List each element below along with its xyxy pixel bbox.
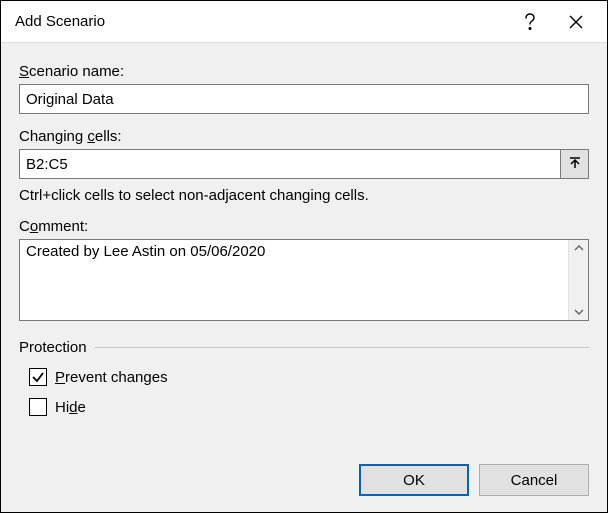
prevent-changes-checkbox[interactable] <box>29 368 47 386</box>
prevent-changes-label: Prevent changes <box>55 369 168 386</box>
scenario-name-label: Scenario name: <box>19 63 589 80</box>
close-button[interactable] <box>553 2 599 42</box>
checkmark-icon <box>31 370 45 384</box>
protection-label: Protection <box>19 339 87 356</box>
hide-checkbox[interactable] <box>29 398 47 416</box>
add-scenario-dialog: Add Scenario Scenario name: Changing cel… <box>0 0 608 513</box>
dialog-body: Scenario name: Changing cells: Ctrl+clic… <box>1 43 607 454</box>
dialog-footer: OK Cancel <box>1 454 607 512</box>
scenario-name-input[interactable] <box>19 84 589 114</box>
comment-field-wrap <box>19 239 589 321</box>
titlebar: Add Scenario <box>1 1 607 43</box>
cancel-button[interactable]: Cancel <box>479 464 589 496</box>
comment-label: Comment: <box>19 218 589 235</box>
scroll-up-icon <box>574 244 584 252</box>
protection-divider <box>95 347 589 348</box>
comment-scrollbar[interactable] <box>568 240 588 320</box>
hide-row: Hide <box>29 398 589 416</box>
changing-cells-label: Changing cells: <box>19 128 589 145</box>
prevent-changes-row: Prevent changes <box>29 368 589 386</box>
ok-button[interactable]: OK <box>359 464 469 496</box>
comment-textarea[interactable] <box>20 240 568 320</box>
collapse-dialog-button[interactable] <box>561 149 589 179</box>
changing-cells-hint: Ctrl+click cells to select non-adjacent … <box>19 187 589 204</box>
changing-cells-input[interactable] <box>19 149 561 179</box>
dialog-title: Add Scenario <box>15 13 507 30</box>
scroll-down-icon <box>574 308 584 316</box>
protection-group-header: Protection <box>19 339 589 356</box>
hide-label: Hide <box>55 399 86 416</box>
help-button[interactable] <box>507 2 553 42</box>
